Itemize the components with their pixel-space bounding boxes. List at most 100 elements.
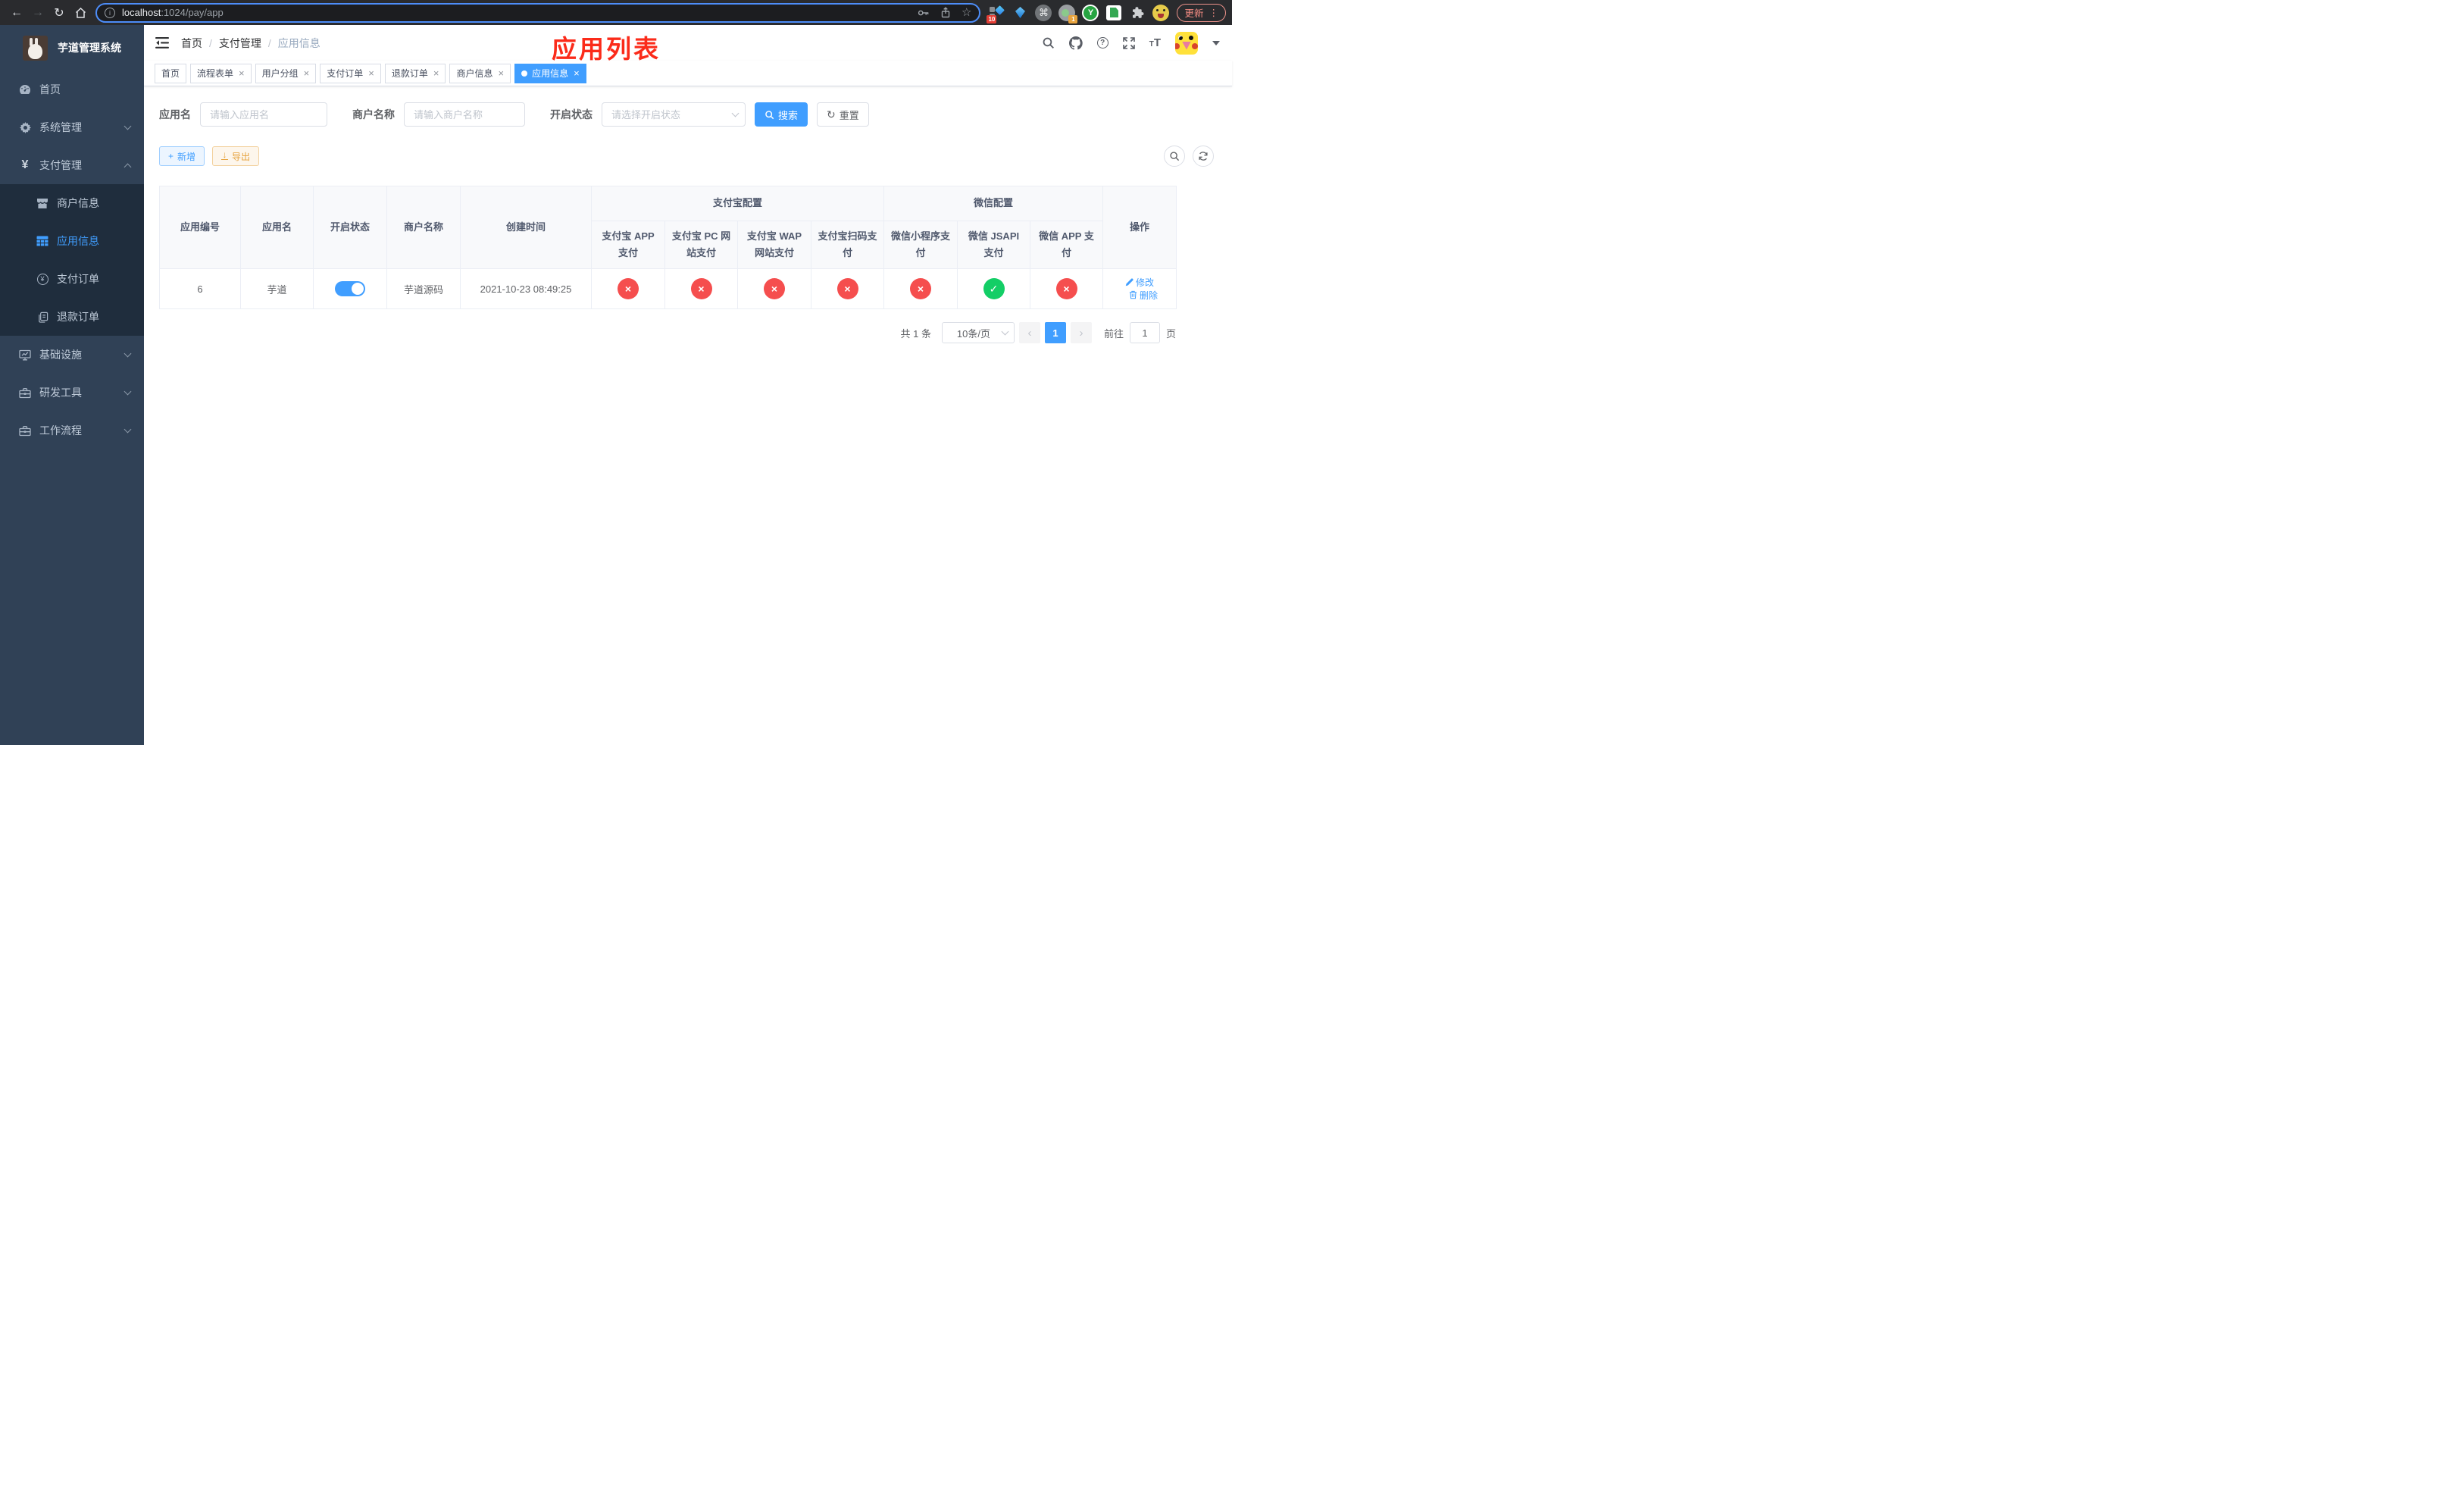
close-icon[interactable]: × — [239, 68, 245, 78]
tag-user-group[interactable]: 用户分组 × — [255, 63, 317, 83]
extension-command-icon[interactable]: ⌘ — [1035, 4, 1052, 21]
share-icon[interactable] — [940, 7, 951, 18]
app-title: 芋道管理系统 — [58, 42, 121, 54]
next-page-button[interactable]: › — [1070, 322, 1092, 344]
breadcrumb: 首页 / 支付管理 / 应用信息 — [181, 36, 321, 51]
breadcrumb-payment[interactable]: 支付管理 — [219, 36, 261, 51]
sidebar-item-system[interactable]: 系统管理 — [0, 108, 144, 146]
page-size-select[interactable]: 10条/页 — [941, 322, 1015, 344]
tag-merchant-info[interactable]: 商户信息 × — [449, 63, 511, 83]
close-icon[interactable]: × — [498, 68, 504, 78]
fullscreen-icon[interactable] — [1122, 36, 1135, 49]
sidebar-item-home[interactable]: 首页 — [0, 70, 144, 108]
merchant-name-label: 商户名称 — [352, 108, 395, 121]
browser-forward-icon[interactable]: → — [27, 3, 48, 23]
col-merchant: 商户名称 — [386, 185, 461, 270]
dashboard-icon — [16, 84, 34, 95]
tag-home[interactable]: 首页 — [155, 63, 187, 83]
browser-reload-icon[interactable]: ↻ — [48, 3, 70, 23]
browser-back-icon[interactable]: ← — [6, 3, 27, 23]
sidebar-item-refund-order[interactable]: 退款订单 — [0, 298, 144, 336]
delete-link[interactable]: 删除 — [1129, 289, 1158, 302]
chevron-down-icon — [124, 122, 132, 130]
bookmark-star-icon[interactable]: ☆ — [962, 7, 971, 18]
sidebar-item-payment[interactable]: ¥ 支付管理 — [0, 146, 144, 184]
toggle-search-button[interactable] — [1164, 146, 1185, 167]
browser-profile-avatar[interactable] — [1152, 4, 1170, 21]
sidebar-item-pay-order[interactable]: ¥ 支付订单 — [0, 260, 144, 298]
edit-link[interactable]: 修改 — [1125, 276, 1154, 289]
tag-app-info-active[interactable]: 应用信息 × — [514, 63, 586, 83]
sidebar-item-dev-tools[interactable]: 研发工具 — [0, 374, 144, 412]
browser-menu-dots-icon[interactable]: ⋮ — [1209, 7, 1219, 18]
merchant-name-input[interactable] — [404, 102, 525, 127]
tag-refund-order[interactable]: 退款订单 × — [384, 63, 446, 83]
sidebar-item-label: 基础设施 — [39, 349, 82, 361]
status-select[interactable] — [602, 102, 746, 127]
avatar-caret-icon[interactable] — [1212, 40, 1220, 45]
export-button[interactable]: ↓ 导出 — [212, 146, 260, 166]
main-area: 首页 / 支付管理 / 应用信息 应用列表 ? TT 首页 流程表单 × 用户分组… — [144, 25, 1232, 745]
sidebar-collapse-icon[interactable] — [155, 37, 169, 49]
close-icon[interactable]: × — [304, 68, 310, 78]
app-name-input[interactable] — [200, 102, 327, 127]
pagination: 共 1 条 10条/页 ‹ 1 › 前往 页 — [159, 322, 1176, 344]
extension-camera-icon[interactable]: 1 — [1058, 4, 1078, 23]
extension-doc-icon[interactable] — [1105, 5, 1122, 21]
address-bar[interactable]: i localhost:1024/pay/app ☆ — [95, 2, 981, 23]
user-avatar[interactable] — [1175, 31, 1198, 55]
breadcrumb-home[interactable]: 首页 — [181, 36, 202, 51]
sidebar-item-merchant-info[interactable]: 商户信息 — [0, 184, 144, 222]
extension-badge: 10 — [987, 14, 997, 23]
status-toggle[interactable] — [335, 281, 365, 297]
channel-status-icon: × — [690, 278, 712, 300]
logo-rabbit-image — [23, 35, 48, 61]
chevron-up-icon — [124, 163, 132, 171]
url-text: localhost:1024/pay/app — [122, 7, 224, 18]
password-key-icon[interactable] — [918, 8, 930, 18]
add-button[interactable]: + 新增 — [159, 146, 205, 166]
sidebar-item-infrastructure[interactable]: 基础设施 — [0, 336, 144, 374]
reset-button[interactable]: ↻ 重置 — [817, 102, 869, 127]
status-select-input[interactable] — [602, 102, 746, 127]
app-logo[interactable]: 芋道管理系统 — [0, 25, 144, 70]
status-label: 开启状态 — [550, 108, 593, 121]
github-icon[interactable] — [1068, 36, 1083, 50]
extensions-puzzle-icon[interactable] — [1129, 5, 1146, 21]
top-navbar: 首页 / 支付管理 / 应用信息 应用列表 ? TT — [144, 25, 1232, 63]
sidebar-item-app-info[interactable]: 应用信息 — [0, 222, 144, 260]
prev-page-button[interactable]: ‹ — [1018, 322, 1040, 344]
close-icon[interactable]: × — [433, 68, 439, 78]
extension-gem-icon[interactable] — [1012, 5, 1028, 21]
channel-status-icon: × — [618, 278, 639, 300]
close-icon[interactable]: × — [368, 68, 374, 78]
col-app-id: 应用编号 — [159, 185, 241, 270]
tag-pay-order[interactable]: 支付订单 × — [320, 63, 381, 83]
channel-status-icon: ✓ — [983, 278, 1005, 300]
browser-home-icon[interactable] — [70, 3, 91, 23]
extension-grid-icon[interactable]: 10 — [987, 5, 1005, 23]
current-page-button[interactable]: 1 — [1044, 322, 1066, 344]
extension-y-icon[interactable]: Y — [1082, 4, 1099, 21]
sidebar-item-label: 应用信息 — [57, 235, 99, 247]
sidebar-item-workflow[interactable]: 工作流程 — [0, 412, 144, 449]
tag-process-form[interactable]: 流程表单 × — [190, 63, 252, 83]
refresh-table-button[interactable] — [1193, 146, 1214, 167]
search-button[interactable]: 搜索 — [755, 102, 808, 127]
table-toolbar: + 新增 ↓ 导出 — [159, 146, 1214, 167]
goto-page-input[interactable] — [1129, 322, 1160, 344]
site-info-icon[interactable]: i — [105, 7, 115, 18]
col-create-time: 创建时间 — [460, 185, 592, 270]
help-icon[interactable]: ? — [1096, 37, 1108, 49]
col-channel: 支付宝 PC 网站支付 — [664, 220, 738, 270]
page-content: 应用名 商户名称 开启状态 搜索 ↻ 重置 + 新增 — [144, 86, 1232, 344]
header-search-icon[interactable] — [1042, 36, 1055, 49]
font-size-icon[interactable]: TT — [1149, 36, 1161, 49]
channel-status-icon: × — [1055, 278, 1077, 300]
channel-status-icon: × — [836, 278, 858, 300]
col-channel: 微信 JSAPI 支付 — [957, 220, 1031, 270]
browser-update-button[interactable]: 更新 ⋮ — [1177, 3, 1226, 22]
table-row: 6 芋道 芋道源码 2021-10-23 08:49:25 × × × × × … — [159, 268, 1177, 310]
close-icon[interactable]: × — [574, 68, 580, 78]
col-channel: 微信小程序支付 — [883, 220, 958, 270]
